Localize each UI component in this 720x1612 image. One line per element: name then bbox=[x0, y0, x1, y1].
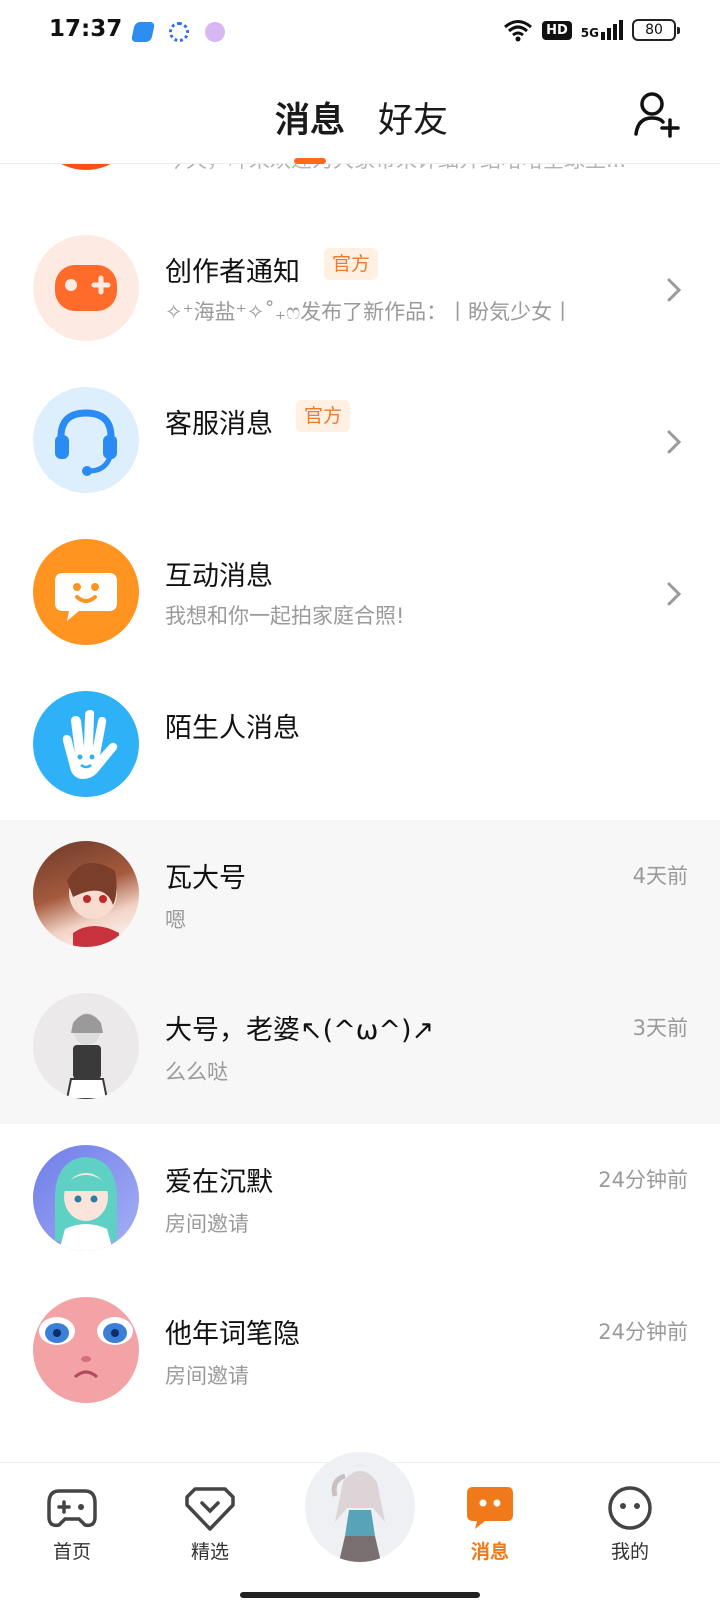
home-indicator bbox=[240, 1592, 480, 1598]
user-avatar bbox=[33, 993, 139, 1099]
creator-notice-title: 创作者通知 bbox=[165, 257, 300, 288]
header: 消息 好友 bbox=[0, 66, 720, 164]
gamepad-outline-icon bbox=[47, 1489, 97, 1528]
status-bar: 17:37 HD 5G 80 bbox=[0, 0, 720, 66]
wifi-icon bbox=[504, 20, 533, 42]
avatar-illustration bbox=[39, 1317, 133, 1379]
cloud-app-icon bbox=[205, 22, 225, 42]
nav-label-home: 首页 bbox=[52, 1541, 91, 1563]
nav-item-messages[interactable]: 消息 bbox=[450, 1485, 530, 1564]
avatar-illustration bbox=[54, 1157, 118, 1251]
interaction-avatar bbox=[33, 539, 139, 645]
nav-label-messages: 消息 bbox=[470, 1541, 509, 1563]
baidu-paw-icon bbox=[169, 22, 189, 42]
avatar-illustration bbox=[67, 863, 119, 947]
add-friend-icon[interactable] bbox=[632, 90, 680, 138]
conversation-preview: 嗯 bbox=[165, 908, 186, 932]
nav-label-profile: 我的 bbox=[610, 1541, 649, 1563]
battery-icon: 80 bbox=[632, 19, 680, 41]
stranger-avatar bbox=[33, 691, 139, 797]
list-item-stranger[interactable]: 陌生人消息 bbox=[0, 680, 720, 820]
network-type: 5G bbox=[580, 26, 599, 40]
creator-notice-subtitle: ✧⁺海盐⁺✧˚₊ෆ发布了新作品：丨盼気少女丨 bbox=[165, 300, 574, 324]
status-app-icons bbox=[130, 22, 225, 42]
chevron-right-icon bbox=[667, 430, 682, 454]
official-badge: 官方 bbox=[296, 400, 351, 432]
signal-icon: 5G bbox=[581, 20, 623, 40]
hd-icon: HD bbox=[542, 20, 572, 40]
app-notification-icon bbox=[130, 22, 156, 42]
nav-item-profile[interactable]: 我的 bbox=[590, 1485, 670, 1564]
customer-service-title: 客服消息 bbox=[165, 409, 273, 440]
conversation-item[interactable]: 他年词笔隐 房间邀请 24分钟前 bbox=[0, 1276, 720, 1428]
conversation-name: 他年词笔隐 bbox=[165, 1319, 300, 1350]
message-bubble-icon bbox=[467, 1487, 513, 1529]
conversation-time: 3天前 bbox=[632, 1016, 688, 1040]
conversation-name: 爱在沉默 bbox=[165, 1167, 273, 1198]
headset-icon bbox=[55, 409, 117, 476]
conversation-time: 24分钟前 bbox=[598, 1320, 688, 1344]
list-item-creator-notice[interactable]: 创作者通知 官方 ✧⁺海盐⁺✧˚₊ෆ发布了新作品：丨盼気少女丨 bbox=[0, 224, 720, 354]
interaction-subtitle: 我想和你一起拍家庭合照! bbox=[165, 604, 405, 628]
conversation-time: 4天前 bbox=[632, 864, 688, 888]
creator-notice-avatar bbox=[33, 235, 139, 341]
status-indicators: HD 5G 80 bbox=[503, 18, 680, 42]
user-avatar bbox=[33, 841, 139, 947]
conversation-item[interactable]: 瓦大号 嗯 4天前 bbox=[0, 820, 720, 972]
official-badge: 官方 bbox=[324, 248, 379, 280]
tab-messages[interactable]: 消息 bbox=[275, 92, 345, 143]
list-item-interaction[interactable]: 互动消息 我想和你一起拍家庭合照! bbox=[0, 528, 720, 658]
waving-hand-icon bbox=[62, 710, 118, 779]
conversation-preview: 房间邀请 bbox=[165, 1212, 249, 1236]
list-item-customer-service[interactable]: 客服消息 官方 bbox=[0, 376, 720, 506]
heart-badge-icon bbox=[185, 1487, 235, 1531]
gamepad-icon bbox=[55, 265, 117, 311]
conversation-preview: 房间邀请 bbox=[165, 1364, 249, 1388]
conversation-item[interactable]: 爱在沉默 房间邀请 24分钟前 bbox=[0, 1124, 720, 1276]
nav-item-home[interactable]: 首页 bbox=[32, 1485, 112, 1564]
active-tab-indicator bbox=[294, 158, 326, 164]
chevron-right-icon bbox=[667, 278, 682, 302]
conversation-name: 大号，老婆↖(^ω^)↗ bbox=[165, 1015, 435, 1046]
smiley-face-icon bbox=[608, 1486, 652, 1530]
conversation-preview: 么么哒 bbox=[165, 1060, 228, 1084]
chevron-right-icon bbox=[667, 582, 682, 606]
user-avatar bbox=[33, 1297, 139, 1403]
user-avatar bbox=[33, 1145, 139, 1251]
customer-service-avatar bbox=[33, 387, 139, 493]
conversation-item[interactable]: 大号，老婆↖(^ω^)↗ 么么哒 3天前 bbox=[0, 972, 720, 1124]
interaction-title: 互动消息 bbox=[165, 561, 273, 592]
avatar-illustration bbox=[65, 1013, 109, 1099]
tab-friends[interactable]: 好友 bbox=[378, 92, 448, 143]
conversation-name: 瓦大号 bbox=[165, 863, 246, 894]
nav-label-featured: 精选 bbox=[190, 1541, 229, 1563]
center-avatar-illustration bbox=[331, 1471, 385, 1562]
status-time: 17:37 bbox=[49, 16, 123, 42]
conversation-time: 24分钟前 bbox=[598, 1168, 688, 1192]
nav-item-featured[interactable]: 精选 bbox=[170, 1485, 250, 1564]
stranger-title: 陌生人消息 bbox=[165, 713, 300, 744]
chat-face-icon bbox=[55, 573, 117, 621]
center-avatar-button[interactable] bbox=[305, 1452, 415, 1562]
